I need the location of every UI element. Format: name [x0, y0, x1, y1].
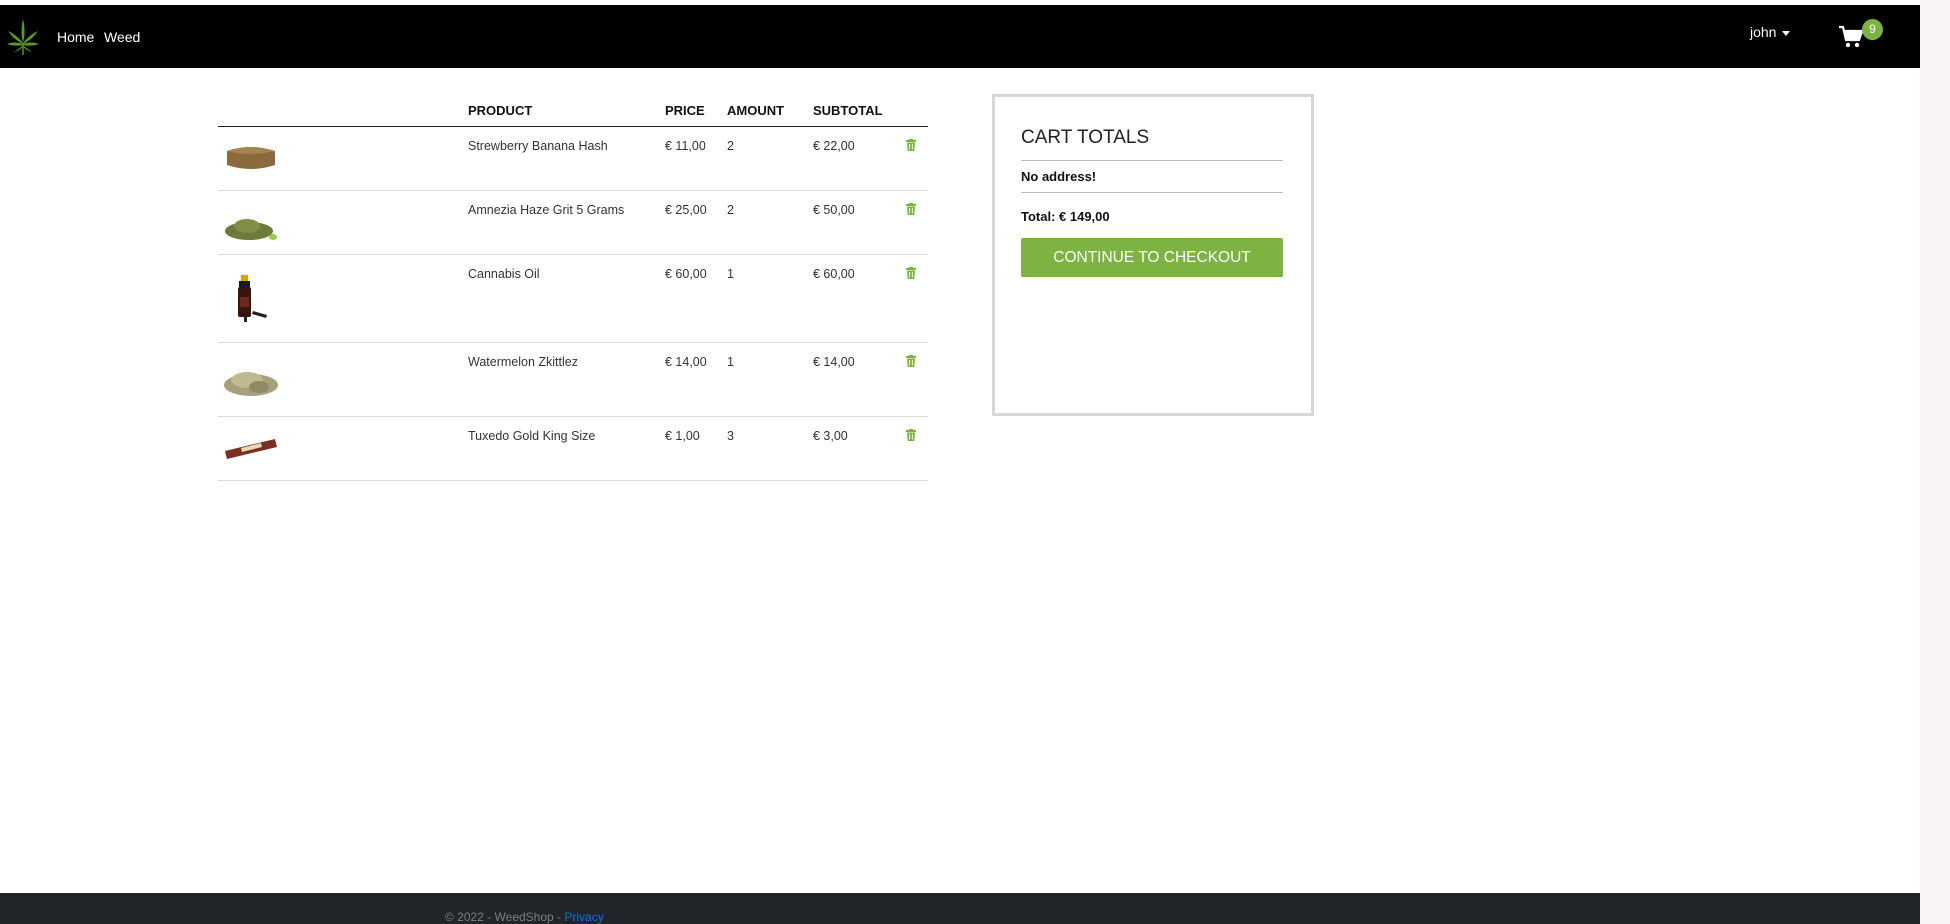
table-row: Cannabis Oil € 60,00 1 € 60,00	[218, 255, 928, 343]
trash-icon[interactable]	[906, 267, 916, 279]
totals-divider	[1021, 192, 1283, 193]
product-name: Strewberry Banana Hash	[468, 139, 608, 153]
trash-icon[interactable]	[906, 355, 916, 367]
header-subtotal: SUBTOTAL	[813, 103, 883, 118]
hash-block-image	[227, 147, 275, 169]
table-row: Tuxedo Gold King Size € 1,00 3 € 3,00	[218, 417, 928, 481]
ground-weed-image	[225, 219, 277, 240]
rolling-papers-image	[225, 439, 277, 459]
cart-total: Total: € 149,00	[1021, 209, 1110, 224]
trash-icon[interactable]	[906, 203, 916, 215]
cart-totals-panel: CART TOTALS No address! Total: € 149,00 …	[992, 94, 1314, 416]
cart-totals-title: CART TOTALS	[1021, 127, 1150, 148]
cart-button[interactable]: 9	[1838, 17, 1884, 53]
product-subtotal: € 14,00	[813, 355, 855, 369]
trash-icon[interactable]	[906, 429, 916, 441]
product-amount: 3	[727, 429, 734, 443]
caret-down-icon	[1782, 30, 1791, 36]
product-name: Tuxedo Gold King Size	[468, 429, 596, 443]
product-price: € 25,00	[665, 203, 707, 217]
table-row: Strewberry Banana Hash € 11,00 2 € 22,00	[218, 127, 928, 191]
product-amount: 2	[727, 139, 734, 153]
product-subtotal: € 3,00	[813, 429, 848, 443]
product-name: Cannabis Oil	[468, 267, 540, 281]
cannabis-leaf-icon[interactable]	[6, 17, 40, 57]
nav-weed-link[interactable]: Weed	[104, 29, 140, 45]
weed-bud-image	[224, 372, 278, 396]
navbar: Home Weed john 9	[0, 5, 1920, 68]
product-price: € 1,00	[665, 429, 700, 443]
product-subtotal: € 50,00	[813, 203, 855, 217]
product-subtotal: € 22,00	[813, 139, 855, 153]
product-name: Amnezia Haze Grit 5 Grams	[468, 203, 625, 217]
totals-divider	[1021, 160, 1283, 161]
table-row: Watermelon Zkittlez € 14,00 1 € 14,00	[218, 343, 928, 417]
product-price: € 11,00	[665, 139, 706, 153]
cart-icon	[1839, 25, 1864, 48]
header-price: PRICE	[665, 103, 705, 118]
address-status: No address!	[1021, 169, 1097, 184]
product-subtotal: € 60,00	[813, 267, 855, 281]
table-row: Amnezia Haze Grit 5 Grams € 25,00 2 € 50…	[218, 191, 928, 255]
scrollbar-gutter	[1920, 0, 1950, 924]
user-name: john	[1750, 24, 1777, 40]
privacy-link[interactable]: Privacy	[564, 910, 603, 924]
user-dropdown[interactable]: john	[1750, 24, 1791, 40]
nav-home-link[interactable]: Home	[57, 29, 94, 45]
oil-bottle-image	[238, 275, 267, 322]
product-amount: 2	[727, 203, 734, 217]
copyright-text: © 2022 - WeedShop -	[445, 910, 565, 924]
header-amount: AMOUNT	[727, 103, 785, 118]
product-price: € 60,00	[665, 267, 707, 281]
product-name: Watermelon Zkittlez	[468, 355, 578, 369]
product-amount: 1	[727, 267, 734, 281]
product-price: € 14,00	[665, 355, 707, 369]
footer-text: © 2022 - WeedShop - Privacy	[445, 910, 604, 924]
header-product: PRODUCT	[468, 103, 533, 118]
product-amount: 1	[727, 355, 734, 369]
cart-count-badge: 9	[1862, 19, 1883, 40]
footer: © 2022 - WeedShop - Privacy	[0, 893, 1920, 924]
trash-icon[interactable]	[906, 139, 916, 151]
continue-to-checkout-button[interactable]: CONTINUE TO CHECKOUT	[1021, 238, 1283, 277]
